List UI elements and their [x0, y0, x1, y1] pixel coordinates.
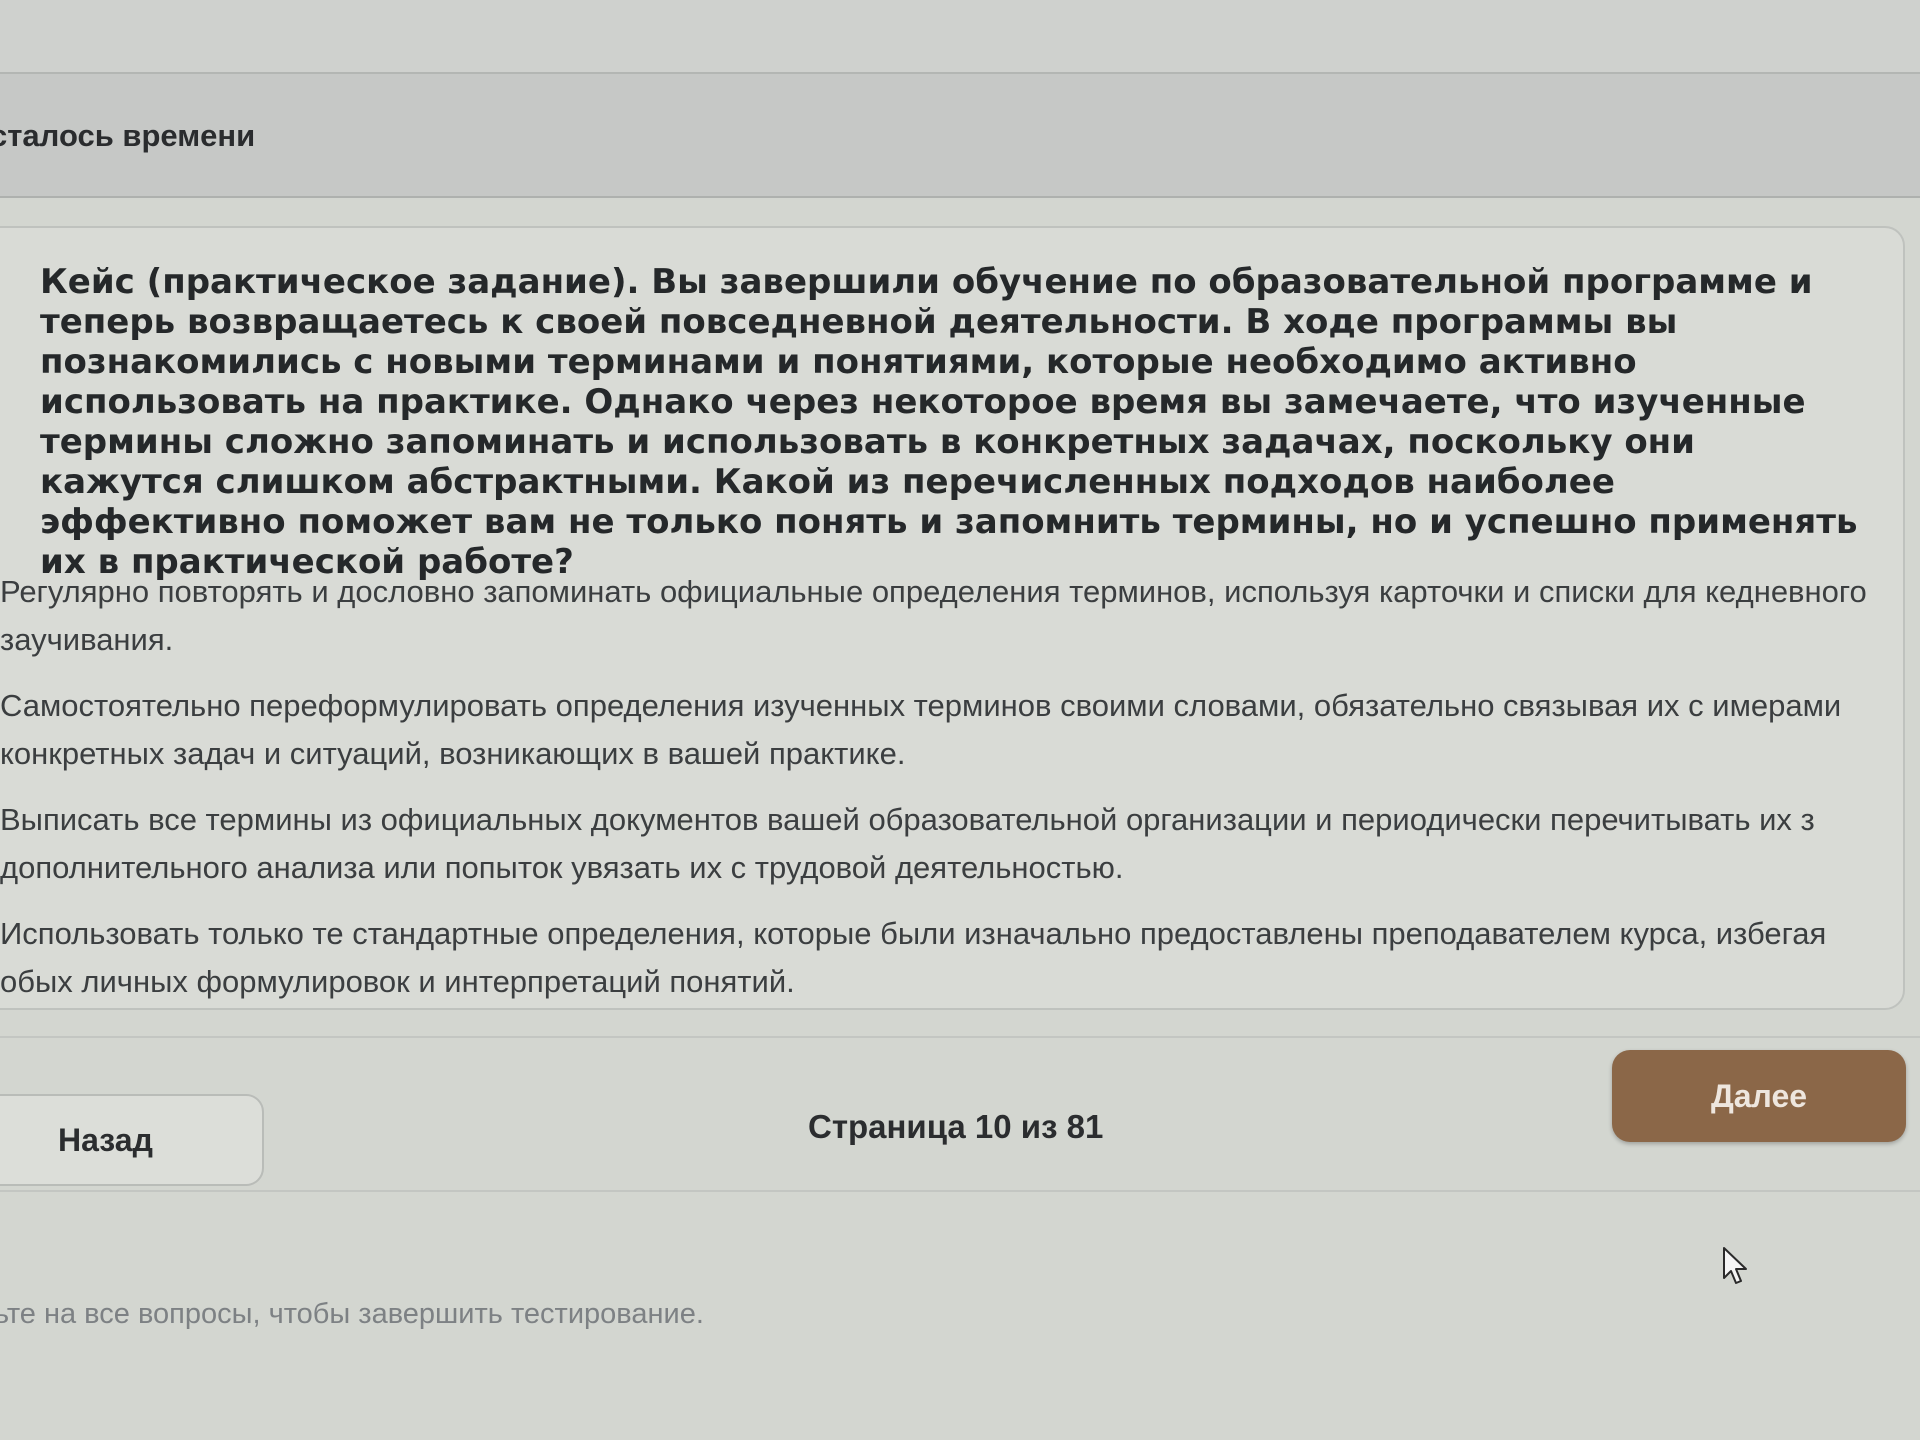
mouse-pointer-icon: [1723, 1247, 1747, 1284]
answer-option-2[interactable]: Самостоятельно переформулировать определ…: [0, 674, 1900, 788]
next-button[interactable]: Далее: [1612, 1050, 1906, 1142]
divider: [0, 1190, 1920, 1192]
timer-label: сталось времени: [0, 118, 256, 153]
answer-option-3[interactable]: Выписать все термины из официальных доку…: [0, 788, 1900, 902]
answer-option-1[interactable]: Регулярно повторять и дословно запоминат…: [0, 560, 1900, 674]
answer-option-4[interactable]: Использовать только те стандартные опред…: [0, 902, 1900, 1016]
answer-option-label: Регулярно повторять и дословно запоминат…: [0, 574, 1867, 657]
answer-option-label: Использовать только те стандартные опред…: [0, 916, 1827, 999]
top-strip: [0, 0, 1920, 74]
answer-options: Регулярно повторять и дословно запоминат…: [0, 560, 1900, 1016]
answer-option-label: Выписать все термины из официальных доку…: [0, 802, 1815, 885]
footer-note: ьте на все вопросы, чтобы завершить тест…: [0, 1298, 704, 1330]
page-indicator: Страница 10 из 81: [808, 1108, 1104, 1145]
divider: [0, 1036, 1920, 1038]
answer-option-label: Самостоятельно переформулировать определ…: [0, 688, 1842, 771]
timer-bar: сталось времени: [0, 74, 1920, 198]
question-text: Кейс (практическое задание). Вы завершил…: [40, 262, 1858, 582]
back-button[interactable]: Назад: [0, 1094, 264, 1186]
